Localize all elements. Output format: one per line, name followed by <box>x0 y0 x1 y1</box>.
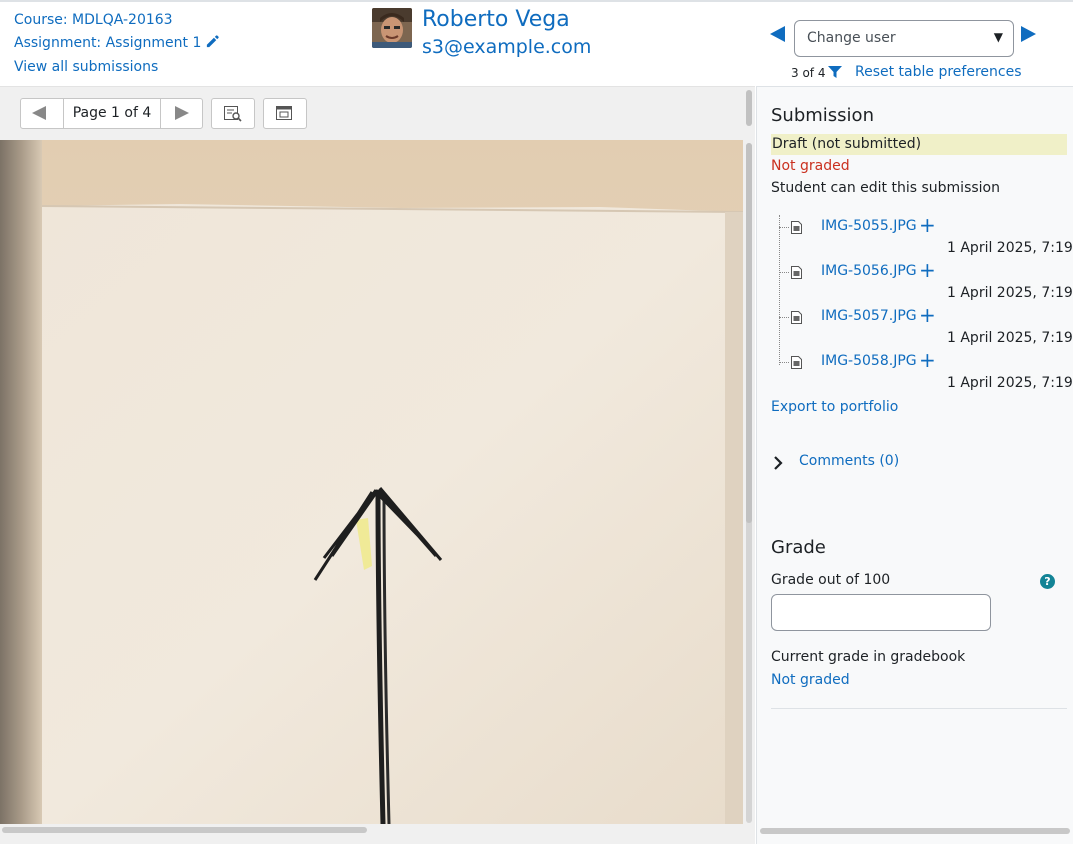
previous-user-icon[interactable] <box>770 26 785 42</box>
tree-branch <box>779 272 789 273</box>
user-email-link[interactable]: s3@example.com <box>422 36 591 58</box>
grading-status: Not graded <box>771 158 850 174</box>
search-comments-icon <box>224 106 242 126</box>
previous-page-button[interactable] <box>21 99 64 128</box>
file-link[interactable]: IMG-5055.JPG <box>821 218 917 234</box>
plus-icon[interactable]: + <box>919 258 936 282</box>
file-icon <box>791 221 802 238</box>
change-user-select[interactable]: Change user ▼ <box>794 20 1014 57</box>
submission-page-image[interactable] <box>0 140 743 824</box>
document-horizontal-scrollbar[interactable] <box>2 827 367 833</box>
edit-pencil-icon[interactable] <box>205 34 220 57</box>
next-page-button[interactable] <box>160 99 202 128</box>
help-icon[interactable]: ? <box>1040 574 1055 589</box>
toolbar-scrollbar[interactable] <box>746 90 752 126</box>
user-counter: 3 of 4 <box>791 66 843 81</box>
next-user-icon[interactable] <box>1021 26 1036 42</box>
avatar[interactable] <box>372 8 412 48</box>
document-scrollbar-thumb[interactable] <box>746 143 752 523</box>
expand-icon <box>276 106 292 124</box>
user-counter-text: 3 of 4 <box>791 66 826 80</box>
filter-icon[interactable] <box>828 66 843 81</box>
grade-label: Grade out of 100 <box>771 572 891 588</box>
plus-icon[interactable]: + <box>919 303 936 327</box>
document-viewer: Page 1 of 4 <box>0 86 755 844</box>
tree-branch <box>779 317 789 318</box>
plus-icon[interactable]: + <box>919 213 936 237</box>
expand-view-button[interactable] <box>263 98 307 129</box>
view-all-submissions-link[interactable]: View all submissions <box>14 59 158 75</box>
file-item: IMG-5058.JPG + 1 April 2025, 7:19 AM <box>779 348 1073 395</box>
file-date: 1 April 2025, 7:19 AM <box>947 285 1073 301</box>
tree-branch <box>779 362 789 363</box>
assignment-link[interactable]: Assignment: Assignment 1 <box>14 35 201 51</box>
reset-table-preferences-link[interactable]: Reset table preferences <box>855 64 1022 80</box>
current-grade-label: Current grade in gradebook <box>771 649 966 665</box>
top-border <box>0 0 1073 2</box>
comments-toggle[interactable]: Comments (0) <box>799 453 899 469</box>
file-link[interactable]: IMG-5058.JPG <box>821 353 917 369</box>
file-icon <box>791 356 802 373</box>
file-link[interactable]: IMG-5057.JPG <box>821 308 917 324</box>
file-icon <box>791 311 802 328</box>
file-link[interactable]: IMG-5056.JPG <box>821 263 917 279</box>
submission-heading: Submission <box>771 105 874 126</box>
dropdown-caret-icon: ▼ <box>993 30 1003 44</box>
divider <box>771 708 1067 709</box>
gradebook-grade-link[interactable]: Not graded <box>771 672 850 688</box>
grading-panel: Submission Draft (not submitted) Not gra… <box>756 86 1073 844</box>
plus-icon[interactable]: + <box>919 348 936 372</box>
page-label[interactable]: Page 1 of 4 <box>64 99 160 128</box>
file-icon <box>791 266 802 283</box>
grade-input[interactable] <box>771 594 991 631</box>
file-date: 1 April 2025, 7:19 AM <box>947 240 1073 256</box>
file-item: IMG-5057.JPG + 1 April 2025, 7:19 AM <box>779 303 1073 350</box>
file-item: IMG-5055.JPG + 1 April 2025, 7:19 AM <box>779 213 1073 260</box>
header-context: Course: MDLQA-20163 Assignment: Assignme… <box>14 9 220 79</box>
export-to-portfolio-link[interactable]: Export to portfolio <box>771 399 898 415</box>
search-comments-button[interactable] <box>211 98 255 129</box>
file-item: IMG-5056.JPG + 1 April 2025, 7:19 AM <box>779 258 1073 305</box>
edit-status: Student can edit this submission <box>771 180 1000 196</box>
change-user-placeholder: Change user <box>807 30 896 46</box>
panel-horizontal-scrollbar[interactable] <box>760 828 1070 834</box>
user-name-link[interactable]: Roberto Vega <box>422 7 570 32</box>
file-date: 1 April 2025, 7:19 AM <box>947 375 1073 391</box>
grade-heading: Grade <box>771 537 826 558</box>
page-navigator: Page 1 of 4 <box>20 98 203 129</box>
tree-branch <box>779 227 789 228</box>
submission-status: Draft (not submitted) <box>771 134 1067 155</box>
chevron-right-icon[interactable] <box>773 456 783 474</box>
file-date: 1 April 2025, 7:19 AM <box>947 330 1073 346</box>
course-link[interactable]: Course: MDLQA-20163 <box>14 12 173 28</box>
